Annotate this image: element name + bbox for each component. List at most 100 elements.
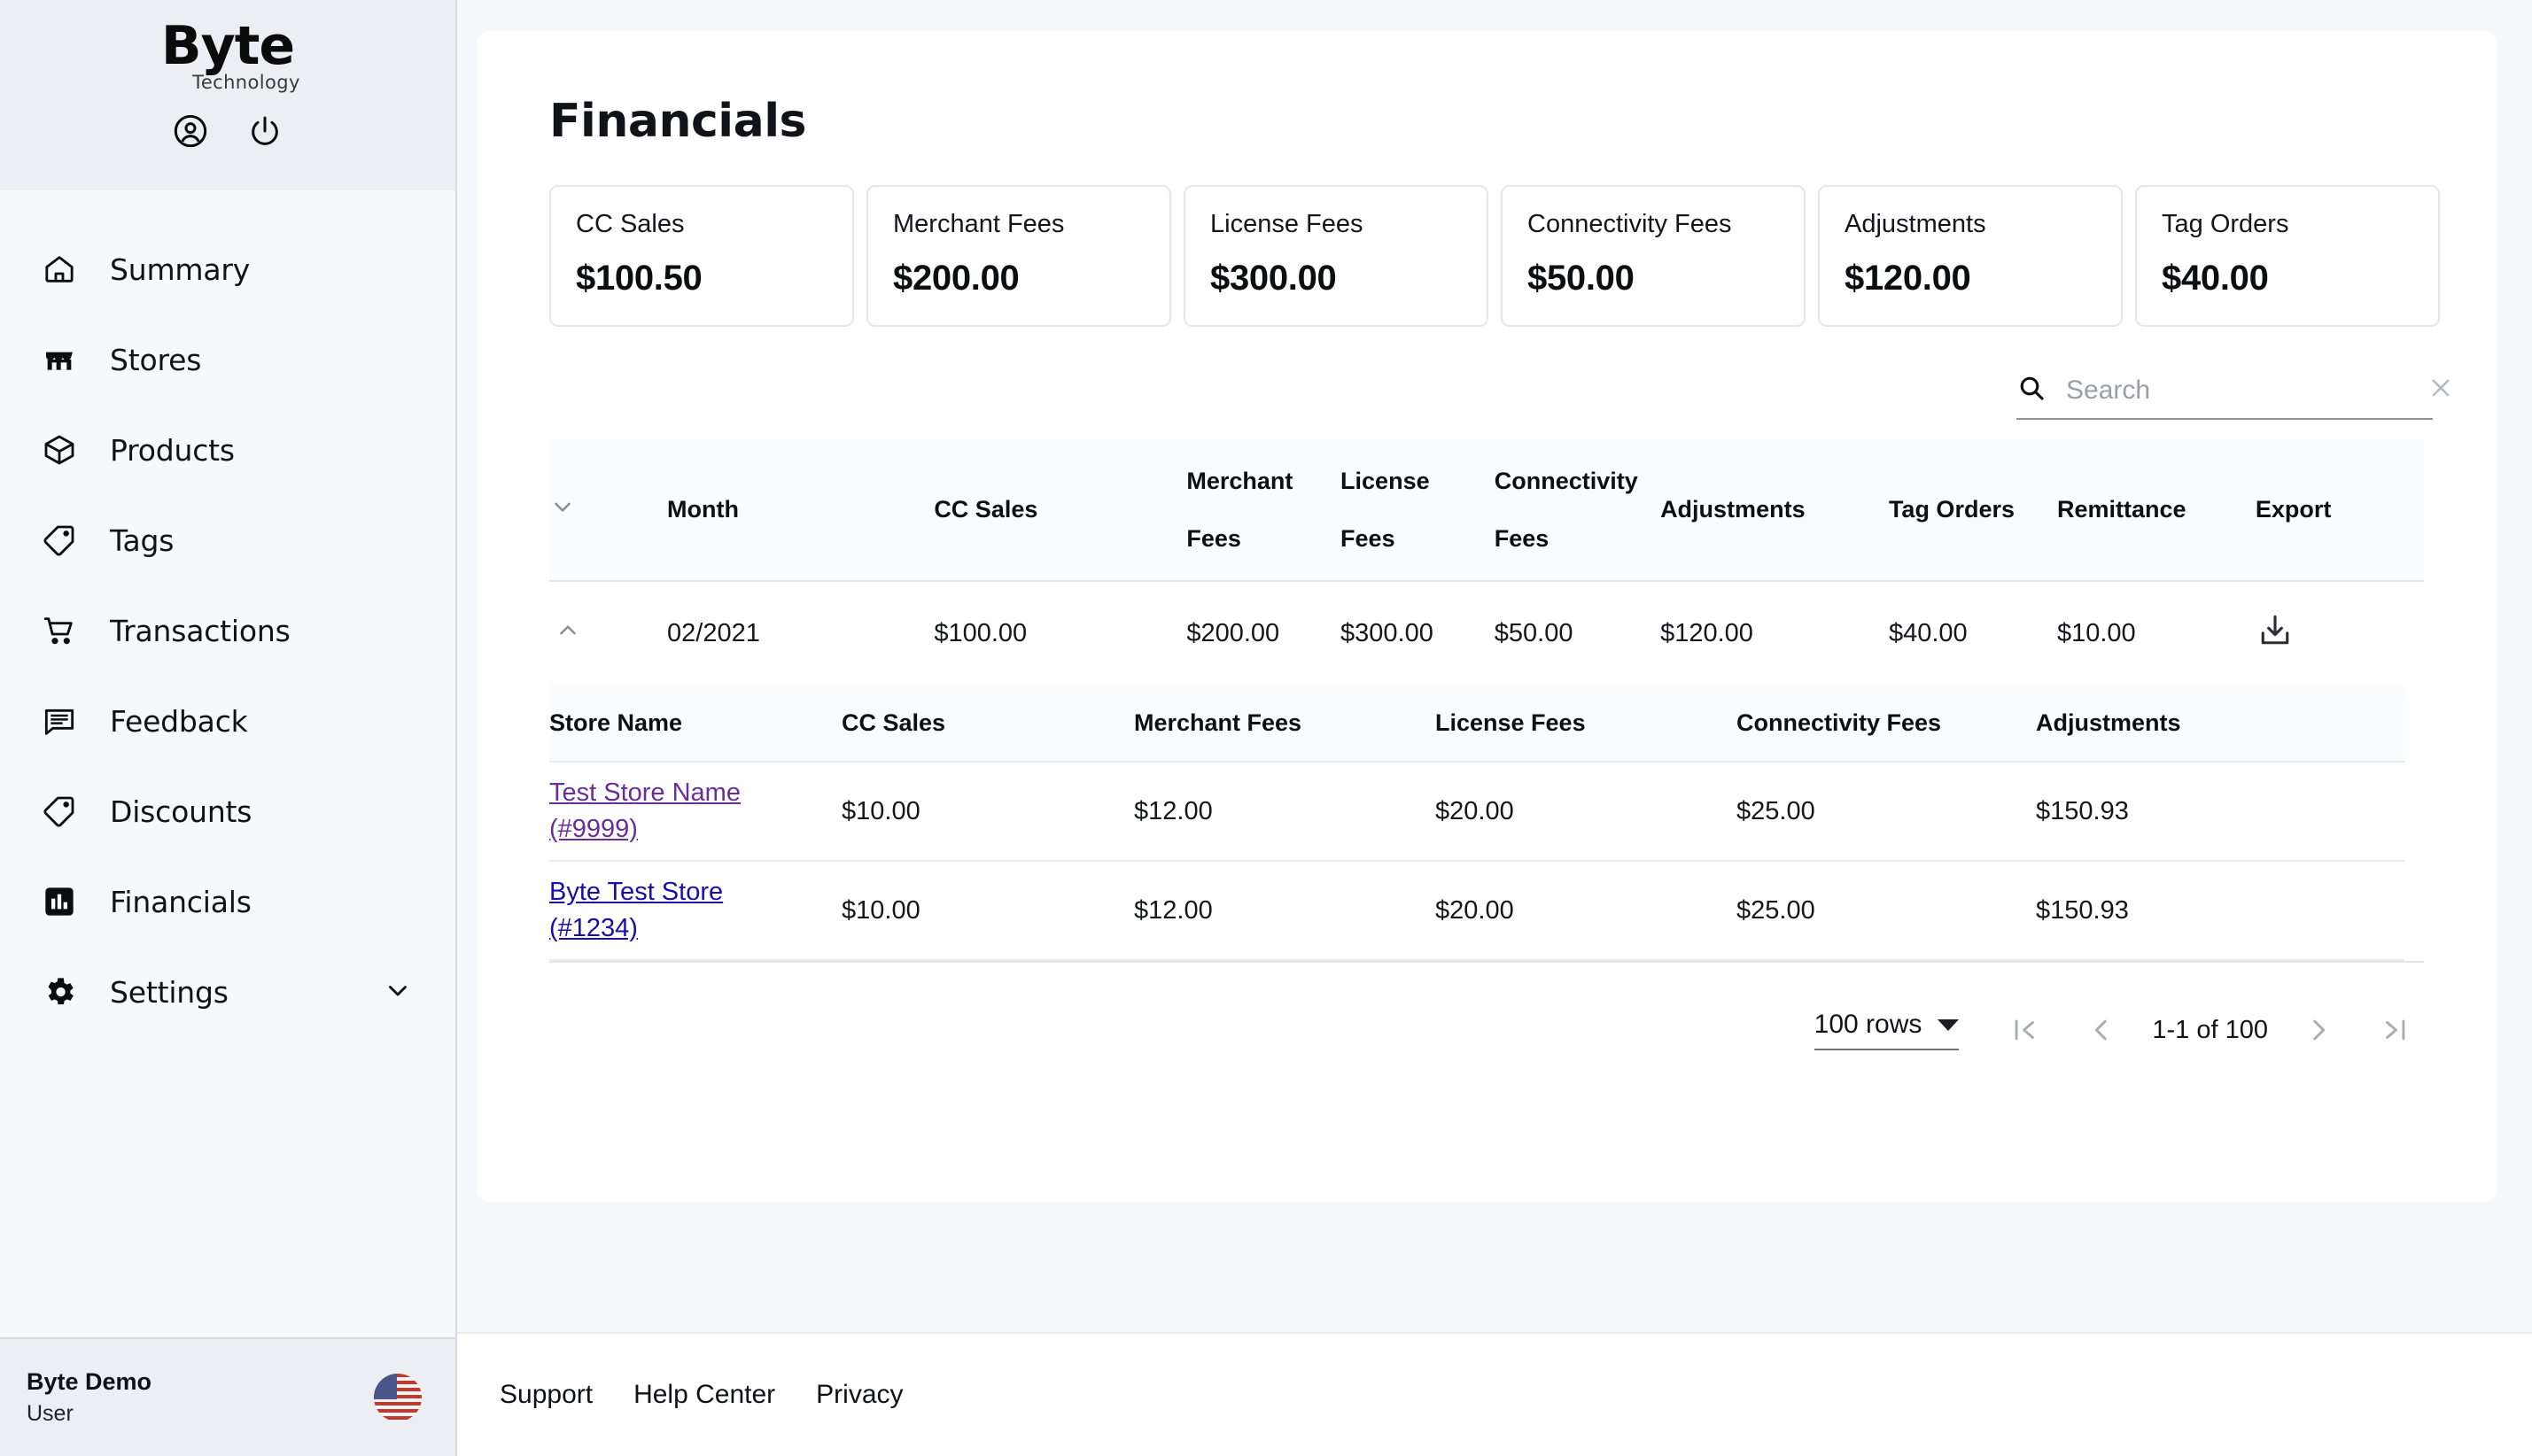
stat-card-tag-orders: Tag Orders $40.00 [2135,185,2440,327]
nested-column-connectivity-fees: Connectivity Fees [1736,685,2036,763]
search-box[interactable] [2016,373,2450,420]
sidebar-item-stores[interactable]: Stores [0,314,455,405]
user-info: Byte Demo User [27,1368,151,1427]
brand-logo: Byte Technology [155,19,300,92]
footer-link-support[interactable]: Support [500,1380,593,1410]
stat-label: Connectivity Fees [1527,210,1732,238]
power-icon[interactable] [247,113,283,149]
sort-toggle-header[interactable] [549,439,667,582]
sidebar-user-footer[interactable]: Byte Demo User [0,1337,455,1456]
store-link[interactable]: Test Store Name (#9999) [549,775,780,848]
chevron-down-icon[interactable] [383,975,413,1010]
column-header-export: Export [2255,439,2424,582]
stat-value: $100.50 [576,259,703,298]
column-header-cc-sales[interactable]: CC Sales [934,439,1187,582]
sidebar-item-discounts[interactable]: Discounts [0,766,455,856]
cell-merchant-fees: $200.00 [1186,619,1280,647]
brand-tagline: Technology [192,72,300,93]
brand-actions [173,113,283,149]
table-body: 02/2021 $100.00 $200.00 $300.00 $50.00 $… [549,581,2424,961]
sidebar-item-feedback[interactable]: Feedback [0,676,455,766]
stat-value: $200.00 [893,259,1020,298]
pagination: 100 rows 1-1 of 100 [477,989,2433,1071]
table-row: Test Store Name (#9999) $10.00 $12.00 $2… [549,762,2404,862]
account-circle-icon[interactable] [173,113,208,149]
sidebar-item-settings[interactable]: Settings [0,947,455,1037]
cell-adjustments: $150.93 [2036,861,2404,961]
sidebar-item-summary[interactable]: Summary [0,224,455,314]
nested-column-cc-sales: CC Sales [842,685,1134,763]
sidebar-item-tags[interactable]: Tags [0,495,455,585]
header-line-2: Fees [1340,524,1395,552]
header-line-2: Fees [1494,524,1549,552]
column-header-license-fees[interactable]: License Fees [1340,439,1495,582]
column-header-merchant-fees[interactable]: Merchant Fees [1186,439,1341,582]
store-breakdown-table: Store Name CC Sales Merchant Fees Licens… [549,685,2404,961]
cell-store-name[interactable]: Byte Test Store (#1234) [549,861,842,961]
cell-remittance: $10.00 [2056,619,2136,647]
chevron-up-icon[interactable] [549,617,581,647]
cell-cc-sales: $100.00 [934,619,1028,647]
footer-link-help-center[interactable]: Help Center [633,1380,775,1410]
sidebar-nav: Summary Stores Products Tags Transaction… [0,190,455,1337]
page-title: Financials [549,95,807,148]
first-page-icon[interactable] [1987,1015,2063,1045]
sidebar-item-label: Products [110,432,235,468]
sidebar: Byte Technology Summary Stores Products … [0,0,457,1456]
nested-column-merchant-fees: Merchant Fees [1134,685,1435,763]
stat-card-cc-sales: CC Sales $100.50 [549,185,854,327]
chevron-right-icon[interactable] [2280,1015,2357,1045]
table-bottom-divider [549,961,2424,963]
cell-store-name[interactable]: Test Store Name (#9999) [549,762,842,862]
chevron-down-icon[interactable] [549,497,576,526]
table-row: Byte Test Store (#1234) $10.00 $12.00 $2… [549,861,2404,961]
nested-column-store-name: Store Name [549,685,842,763]
column-header-connectivity-fees[interactable]: Connectivity Fees [1494,439,1661,582]
header-line-2: Fees [1186,524,1241,552]
sidebar-item-label: Financials [110,884,252,919]
store-link-name: Byte Test Store [549,877,724,906]
search-icon [2016,373,2047,407]
cell-export[interactable] [2256,581,2424,685]
sidebar-item-label: Transactions [110,613,291,648]
store-link-id: (#9999) [549,815,638,843]
stat-value: $120.00 [1845,259,1971,298]
cell-connectivity-fees: $50.00 [1494,619,1573,647]
footer-link-privacy[interactable]: Privacy [816,1380,903,1410]
stat-card-license-fees: License Fees $300.00 [1184,185,1488,327]
column-header-remittance[interactable]: Remittance [2056,439,2256,582]
user-name: Byte Demo [27,1368,152,1395]
download-icon[interactable] [2256,615,2295,656]
rows-per-page-select[interactable]: 100 rows [1814,1010,1960,1050]
table-header-row: Month CC Sales Merchant Fees License Fee… [549,439,2424,582]
search-input[interactable] [2066,375,2408,406]
us-flag-icon[interactable] [374,1374,422,1421]
store-link-name: Test Store Name [549,778,741,807]
column-header-month[interactable]: Month [667,439,935,582]
financials-grid: Month CC Sales Merchant Fees License Fee… [549,439,2424,961]
sidebar-item-products[interactable]: Products [0,405,455,495]
stat-value: $50.00 [1527,259,1635,298]
column-header-adjustments[interactable]: Adjustments [1660,439,1889,582]
stat-value: $40.00 [2162,259,2269,298]
sidebar-item-transactions[interactable]: Transactions [0,585,455,676]
sidebar-item-financials[interactable]: Financials [0,856,455,947]
cell-connectivity-fees: $25.00 [1736,762,2036,862]
header-line-1: Merchant [1186,467,1293,494]
stat-label: License Fees [1210,210,1363,238]
store-link[interactable]: Byte Test Store (#1234) [549,874,780,947]
column-header-tag-orders[interactable]: Tag Orders [1888,439,2057,582]
cell-adjustments: $120.00 [1660,619,1753,647]
main-area: Financials CC Sales $100.50 Merchant Fee… [457,0,2532,1456]
cell-merchant-fees: $12.00 [1134,861,1435,961]
last-page-icon[interactable] [2357,1015,2433,1045]
stat-card-adjustments: Adjustments $120.00 [1818,185,2123,327]
chevron-left-icon[interactable] [2063,1015,2140,1045]
close-icon[interactable] [2427,375,2454,406]
rows-per-page-label: 100 rows [1814,1010,1922,1039]
row-expand-cell[interactable] [549,581,667,685]
sidebar-item-label: Summary [110,252,251,287]
chevron-down-icon [1938,1018,1960,1031]
cell-license-fees: $20.00 [1435,861,1736,961]
tag-icon [39,520,80,561]
